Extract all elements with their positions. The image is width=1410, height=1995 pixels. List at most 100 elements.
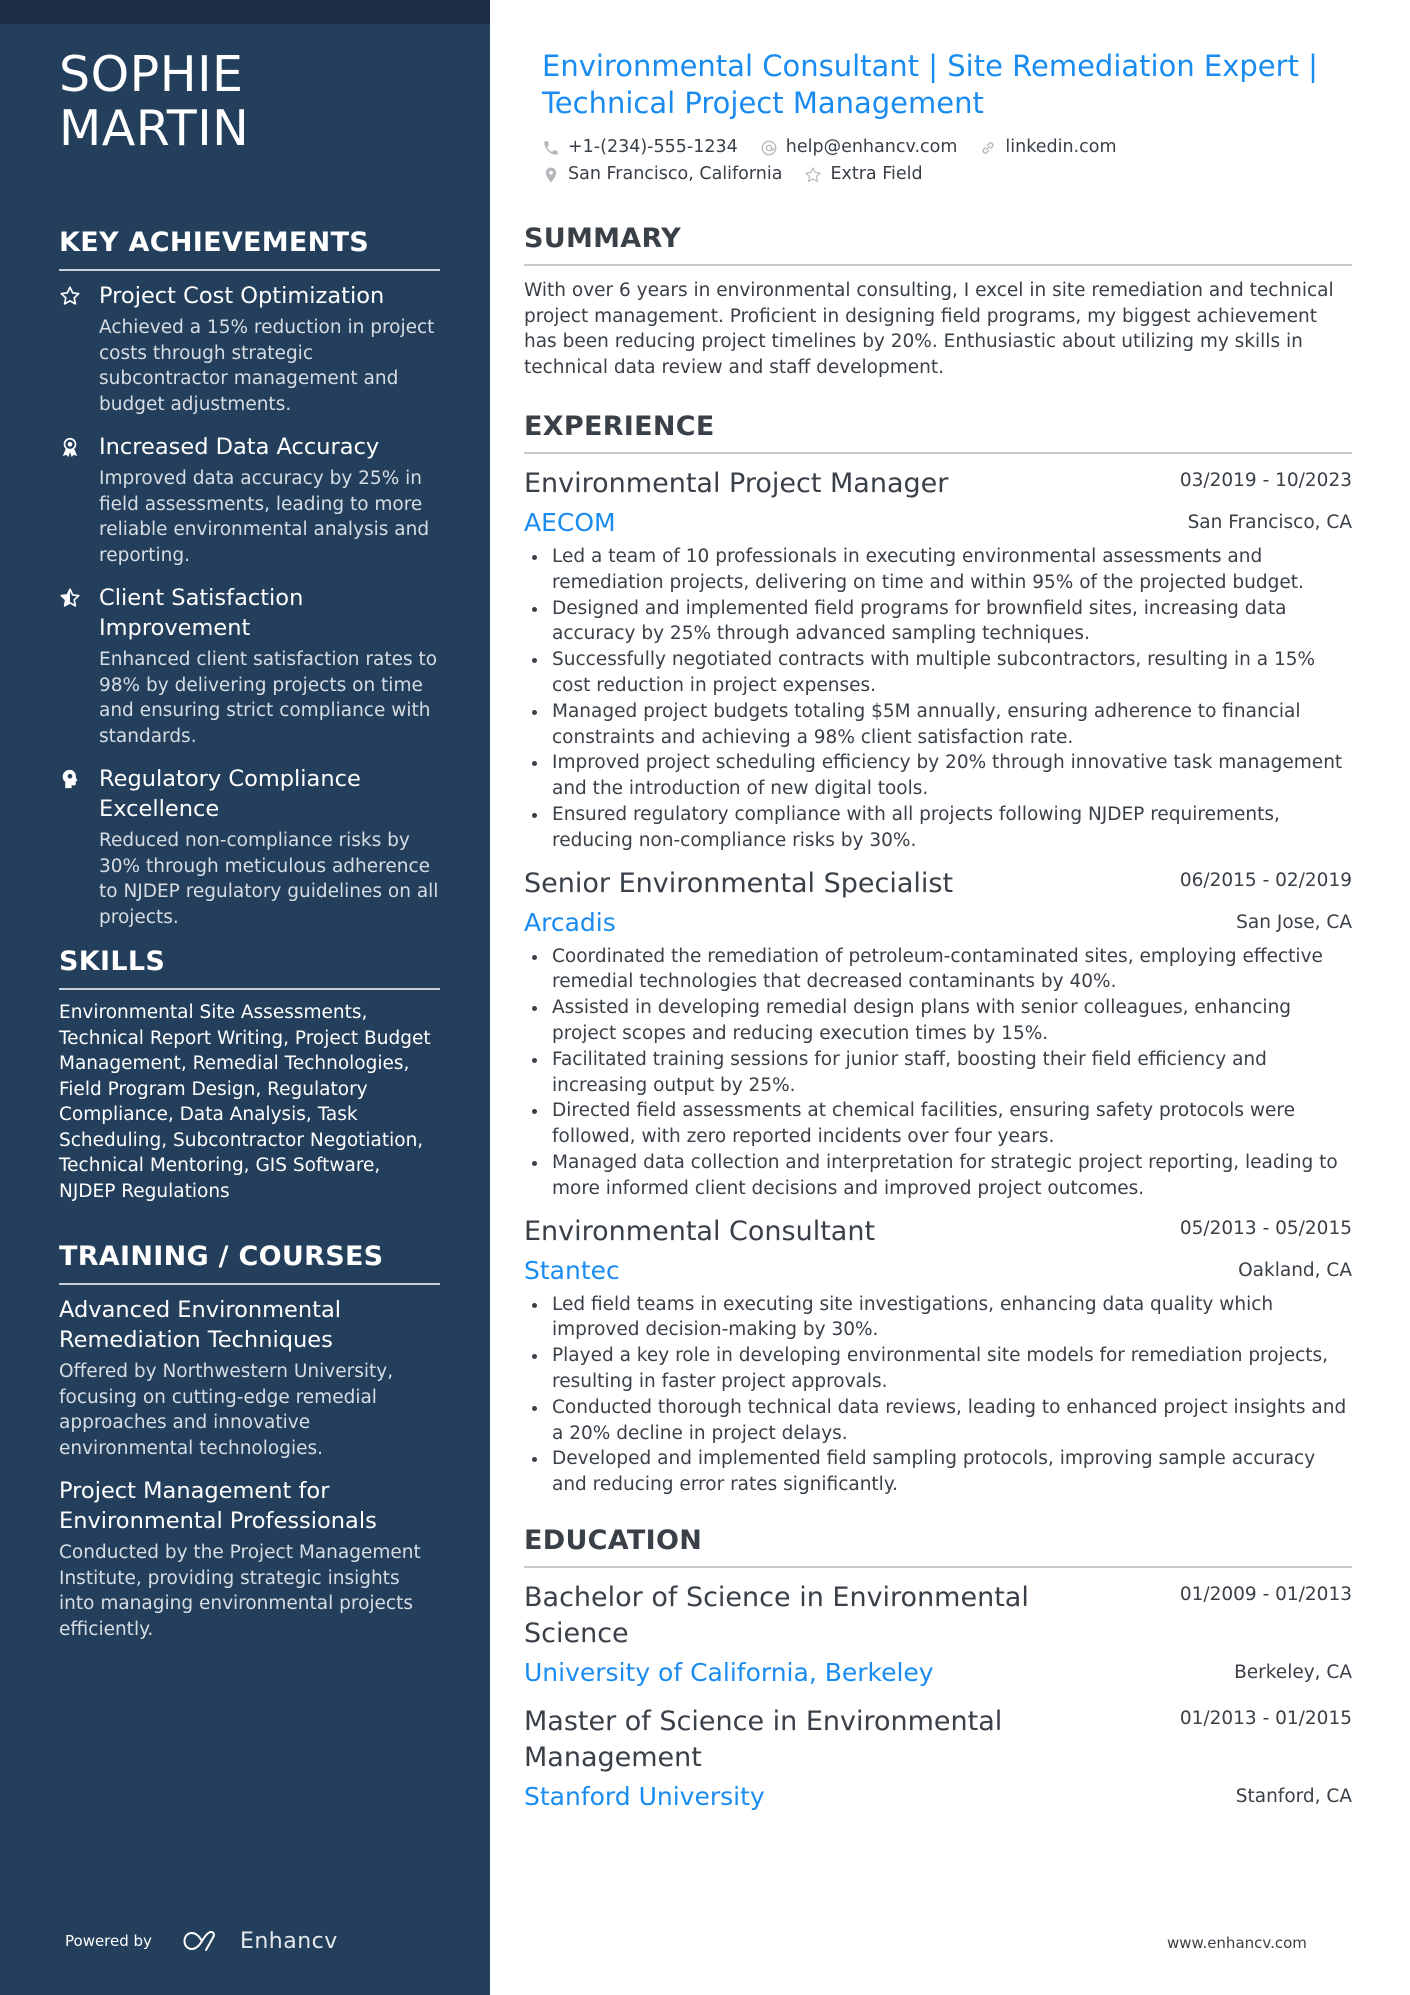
course-desc: Conducted by the Project Management Inst… [59,1542,421,1640]
enhancv-brand: Enhancv [239,1928,338,1954]
job-company: Stantec [524,1255,620,1285]
summary-section: SUMMARY With over 6 years in environment… [524,222,1352,380]
skills-list: Environmental Site Assessments, Technica… [59,1002,431,1202]
powered-by-label: Powered by [65,1932,152,1950]
job-bullet: Conducted thorough technical data review… [524,1395,1352,1447]
map-pin-icon [545,167,557,182]
school-location: Stanford, CA [1235,1785,1352,1807]
star-outline-icon [805,166,822,182]
summary-title: SUMMARY [524,222,1352,266]
job-bullet: Played a key role in developing environm… [524,1343,1352,1395]
achievement-item: Increased Data Accuracy Improved data ac… [59,432,440,568]
extra-field-text: Extra Field [830,164,923,184]
link-icon [982,141,994,154]
job-bullet: Managed project budgets totaling $5M ann… [524,699,1352,751]
job-location: Oakland, CA [1238,1259,1352,1281]
job-entry: Environmental Project Manager 03/2019 - … [524,466,1352,854]
job-location: San Jose, CA [1236,911,1352,933]
job-bullet: Ensured regulatory compliance with all p… [524,802,1352,854]
job-bullets: Led a team of 10 professionals in execut… [524,544,1352,854]
education-title: EDUCATION [524,1524,1352,1568]
course-item: Advanced Environmental Remediation Techn… [59,1295,440,1461]
key-achievements-title: KEY ACHIEVEMENTS [59,226,440,271]
achievement-desc: Achieved a 15% reduction in project cost… [99,317,435,415]
job-title: Environmental Consultant [524,1215,876,1247]
job-title: Senior Environmental Specialist [524,867,954,899]
job-bullets: Led field teams in executing site invest… [524,1292,1352,1498]
job-title: Environmental Project Manager [524,468,949,499]
job-dates: 03/2019 - 10/2023 [1179,470,1352,491]
course-title: Project Management for Environmental Pro… [59,1478,377,1534]
linkedin-contact[interactable]: linkedin.com [979,134,1117,161]
education-dates: 01/2009 - 01/2013 [1179,1583,1352,1605]
email-contact[interactable]: help@enhancv.com [760,134,958,161]
sidebar-top-band [0,0,490,24]
footer-url-link[interactable]: www.enhancv.com [1167,1934,1307,1952]
achievement-title: Project Cost Optimization [99,283,385,309]
name-first: SOPHIE [59,46,244,103]
job-bullets: Coordinated the remediation of petroleum… [524,944,1352,1202]
course-desc: Offered by Northwestern University, focu… [59,1361,394,1459]
star-half-icon [59,583,99,749]
email-text: help@enhancv.com [785,137,958,157]
skills-title: SKILLS [59,945,440,990]
education-section: EDUCATION Bachelor of Science in Environ… [524,1524,1352,1814]
job-bullet: Successfully negotiated contracts with m… [524,647,1352,699]
training-title: TRAINING / COURSES [59,1240,440,1285]
education-dates: 01/2013 - 01/2015 [1179,1707,1352,1729]
key-achievements-section: KEY ACHIEVEMENTS Project Cost Optimizati… [59,226,440,930]
job-bullet: Improved project scheduling efficiency b… [524,750,1352,802]
contact-row: San Francisco, California Extra Field [542,161,1352,188]
experience-section: EXPERIENCE Environmental Project Manager… [524,410,1352,1498]
award-ribbon-icon [59,432,99,568]
achievement-item: Project Cost Optimization Achieved a 15%… [59,281,440,417]
achievement-title: Regulatory Compliance Excellence [99,766,361,822]
job-entry: Senior Environmental Specialist 06/2015 … [524,866,1352,1202]
achievement-desc: Enhanced client satisfaction rates to 98… [99,649,438,747]
job-location: San Francisco, CA [1187,512,1352,533]
contact-row: +1-(234)-555-1234 help@enhancv.com linke… [542,134,1352,161]
job-dates: 05/2013 - 05/2015 [1179,1217,1352,1239]
education-entry: Master of Science in Environmental Manag… [524,1704,1352,1814]
enhancv-logo-icon [180,1928,228,1954]
main-content: Environmental Consultant | Site Remediat… [524,48,1352,1828]
linkedin-text: linkedin.com [1005,137,1117,157]
degree: Bachelor of Science in Environmental Sci… [524,1581,1029,1649]
achievement-item: Client Satisfaction Improvement Enhanced… [59,583,440,749]
candidate-name: SOPHIE MARTIN [59,48,440,156]
phone-icon [544,140,558,155]
extra-field-contact: Extra Field [804,161,923,188]
school: University of California, Berkeley [524,1657,934,1687]
job-bullet: Led field teams in executing site invest… [524,1292,1352,1344]
summary-text: With over 6 years in environmental consu… [524,280,1334,378]
job-bullet: Developed and implemented field sampling… [524,1446,1352,1498]
education-entry: Bachelor of Science in Environmental Sci… [524,1580,1352,1690]
job-bullet: Led a team of 10 professionals in execut… [524,544,1352,596]
achievement-desc: Reduced non-compliance risks by 30% thro… [99,830,439,928]
location-text: San Francisco, California [568,164,783,184]
school: Stanford University [524,1781,765,1811]
job-bullet: Assisted in developing remedial design p… [524,995,1352,1047]
job-bullet: Managed data collection and interpretati… [524,1150,1352,1202]
job-bullet: Designed and implemented field programs … [524,596,1352,648]
contact-info: +1-(234)-555-1234 help@enhancv.com linke… [524,134,1352,188]
star-outline-icon [59,281,99,417]
head-brain-icon [59,764,99,930]
skills-section: SKILLS Environmental Site Assessments, T… [59,945,440,1204]
job-dates: 06/2015 - 02/2019 [1179,869,1352,891]
achievement-title: Client Satisfaction Improvement [99,585,304,641]
course-title: Advanced Environmental Remediation Techn… [59,1297,341,1353]
headline: Environmental Consultant | Site Remediat… [542,49,1318,120]
phone-text: +1-(234)-555-1234 [568,137,738,157]
phone-contact[interactable]: +1-(234)-555-1234 [542,134,738,161]
name-last: MARTIN [59,100,250,157]
powered-by[interactable]: Powered by Enhancv [65,1928,338,1954]
job-bullet: Coordinated the remediation of petroleum… [524,944,1352,996]
job-bullet: Directed field assessments at chemical f… [524,1098,1352,1150]
achievement-item: Regulatory Compliance Excellence Reduced… [59,764,440,930]
job-entry: Environmental Consultant 05/2013 - 05/20… [524,1214,1352,1498]
location-contact: San Francisco, California [542,161,782,188]
job-company: Arcadis [524,907,616,937]
resume-header: Environmental Consultant | Site Remediat… [524,48,1352,188]
at-icon [761,140,777,155]
